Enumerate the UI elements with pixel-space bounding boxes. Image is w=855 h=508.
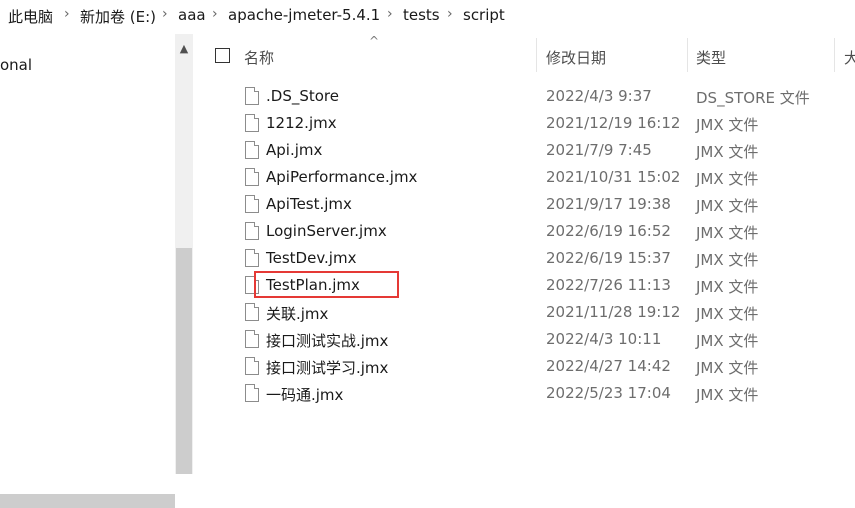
column-name[interactable]: 名称: [244, 47, 274, 68]
file-list: ^ 名称 修改日期 类型 大 .DS_Store 2022/4/3 9:37 DS_…: [193, 34, 855, 474]
file-name: ApiPerformance.jmx: [266, 168, 418, 186]
file-icon: [245, 114, 259, 132]
breadcrumb-jmeter[interactable]: apache-jmeter-5.4.1: [228, 6, 380, 24]
file-name: 接口测试实战.jmx: [266, 332, 389, 350]
file-name: .DS_Store: [266, 87, 339, 105]
file-icon: [245, 168, 259, 186]
file-type: JMX 文件: [696, 305, 759, 323]
sort-ascending-icon: ^: [369, 34, 380, 48]
file-type: JMX 文件: [696, 116, 759, 134]
chevron-right-icon[interactable]: ›: [212, 6, 218, 22]
nav-horizontal-scrollbar[interactable]: [0, 494, 175, 508]
file-name: 接口测试学习.jmx: [266, 359, 389, 377]
file-type: JMX 文件: [696, 170, 759, 188]
file-date-modified: 2022/7/26 11:13: [546, 276, 671, 294]
file-row[interactable]: ApiTest.jmx 2021/9/17 19:38 JMX 文件: [193, 192, 855, 219]
vertical-scrollbar[interactable]: ▲: [175, 34, 193, 474]
file-icon: [245, 222, 259, 240]
file-row[interactable]: 一码通.jmx 2022/5/23 17:04 JMX 文件: [193, 381, 855, 408]
column-date-modified[interactable]: 修改日期: [546, 47, 606, 68]
file-type: DS_STORE 文件: [696, 89, 810, 107]
file-name: LoginServer.jmx: [266, 222, 387, 240]
file-icon: [245, 330, 259, 348]
column-type[interactable]: 类型: [696, 47, 726, 68]
scrollbar-thumb[interactable]: [176, 248, 192, 474]
file-row[interactable]: 接口测试学习.jmx 2022/4/27 14:42 JMX 文件: [193, 354, 855, 381]
file-type: JMX 文件: [696, 143, 759, 161]
file-row[interactable]: .DS_Store 2022/4/3 9:37 DS_STORE 文件: [193, 84, 855, 111]
chevron-right-icon[interactable]: ›: [162, 6, 168, 22]
file-icon: [245, 141, 259, 159]
file-type: JMX 文件: [696, 359, 759, 377]
file-icon: [245, 303, 259, 321]
highlight-box: [254, 271, 399, 298]
file-name: ApiTest.jmx: [266, 195, 352, 213]
file-date-modified: 2021/11/28 19:12: [546, 303, 681, 321]
address-bar[interactable]: 此电脑 › 新加卷 (E:) › aaa › apache-jmeter-5.4…: [0, 0, 855, 35]
file-date-modified: 2021/7/9 7:45: [546, 141, 652, 159]
file-type: JMX 文件: [696, 224, 759, 242]
file-date-modified: 2022/4/3 10:11: [546, 330, 662, 348]
file-type: JMX 文件: [696, 251, 759, 269]
file-date-modified: 2022/5/23 17:04: [546, 384, 671, 402]
breadcrumb-aaa[interactable]: aaa: [178, 6, 206, 24]
navigation-pane: onal: [0, 34, 175, 508]
file-row[interactable]: 接口测试实战.jmx 2022/4/3 10:11 JMX 文件: [193, 327, 855, 354]
breadcrumb-this-pc[interactable]: 此电脑: [8, 6, 53, 27]
file-row[interactable]: 1212.jmx 2021/12/19 16:12 JMX 文件: [193, 111, 855, 138]
file-date-modified: 2022/6/19 15:37: [546, 249, 671, 267]
file-row[interactable]: ApiPerformance.jmx 2021/10/31 15:02 JMX 文件: [193, 165, 855, 192]
chevron-right-icon[interactable]: ›: [447, 6, 453, 22]
file-type: JMX 文件: [696, 332, 759, 350]
file-type: JMX 文件: [696, 386, 759, 404]
file-date-modified: 2021/12/19 16:12: [546, 114, 681, 132]
breadcrumb-tests[interactable]: tests: [403, 6, 440, 24]
file-row[interactable]: 关联.jmx 2021/11/28 19:12 JMX 文件: [193, 300, 855, 327]
file-row[interactable]: TestDev.jmx 2022/6/19 15:37 JMX 文件: [193, 246, 855, 273]
column-header: ^ 名称 修改日期 类型 大: [193, 34, 855, 78]
file-icon: [245, 357, 259, 375]
file-icon: [245, 195, 259, 213]
file-name: 一码通.jmx: [266, 386, 344, 404]
file-icon: [245, 384, 259, 402]
file-date-modified: 2022/6/19 16:52: [546, 222, 671, 240]
file-icon: [245, 87, 259, 105]
select-all-checkbox[interactable]: [215, 48, 230, 63]
column-size[interactable]: 大: [844, 47, 855, 68]
file-name: 关联.jmx: [266, 305, 329, 323]
column-divider[interactable]: [834, 38, 835, 72]
file-date-modified: 2022/4/27 14:42: [546, 357, 671, 375]
file-type: JMX 文件: [696, 197, 759, 215]
scroll-up-icon[interactable]: ▲: [175, 40, 193, 58]
file-name: TestDev.jmx: [266, 249, 357, 267]
chevron-right-icon[interactable]: ›: [387, 6, 393, 22]
breadcrumb-script[interactable]: script: [463, 6, 505, 24]
file-date-modified: 2021/9/17 19:38: [546, 195, 671, 213]
file-name: 1212.jmx: [266, 114, 337, 132]
breadcrumb-drive-e[interactable]: 新加卷 (E:): [80, 6, 156, 27]
chevron-right-icon[interactable]: ›: [64, 6, 70, 22]
file-date-modified: 2022/4/3 9:37: [546, 87, 652, 105]
file-name: Api.jmx: [266, 141, 323, 159]
column-divider[interactable]: [536, 38, 537, 72]
file-row[interactable]: Api.jmx 2021/7/9 7:45 JMX 文件: [193, 138, 855, 165]
nav-item-partial[interactable]: onal: [0, 56, 32, 74]
file-date-modified: 2021/10/31 15:02: [546, 168, 681, 186]
column-divider[interactable]: [687, 38, 688, 72]
file-row[interactable]: LoginServer.jmx 2022/6/19 16:52 JMX 文件: [193, 219, 855, 246]
file-icon: [245, 249, 259, 267]
file-type: JMX 文件: [696, 278, 759, 296]
